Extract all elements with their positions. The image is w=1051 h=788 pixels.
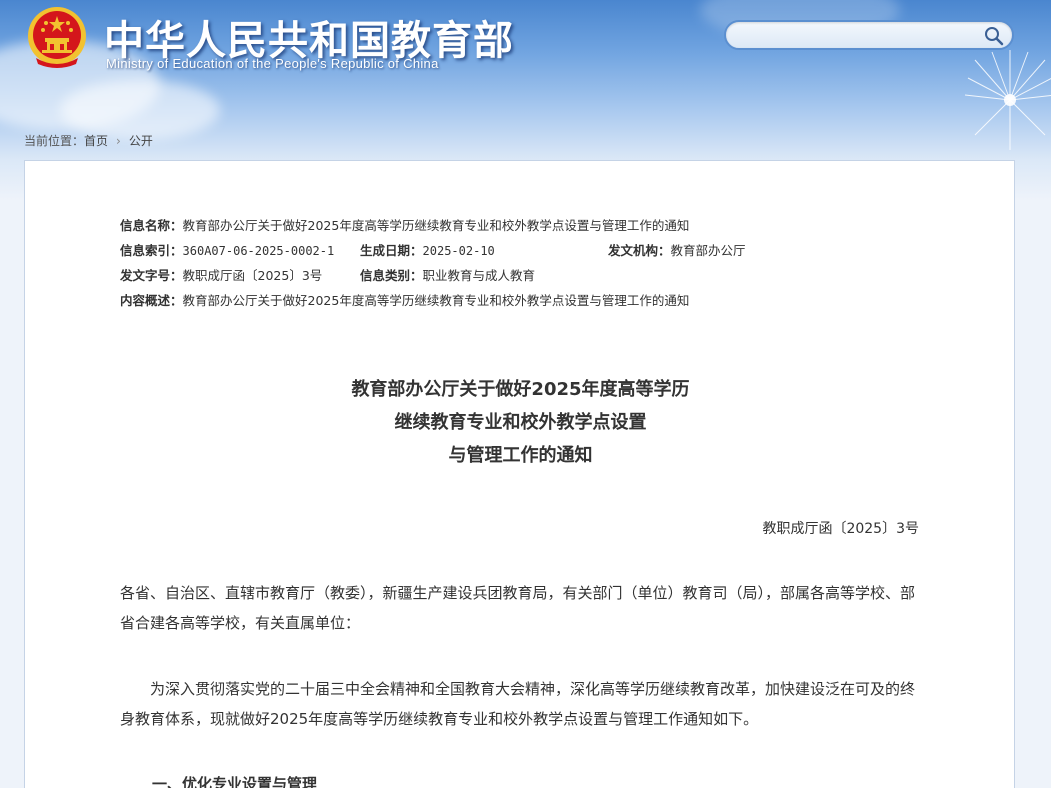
meta-summary-value: 教育部办公厅关于做好2025年度高等学历继续教育专业和校外教学点设置与管理工作的…: [182, 293, 690, 308]
document-title-line: 与管理工作的通知: [448, 445, 593, 466]
meta-org-value: 教育部办公厅: [670, 243, 746, 258]
breadcrumb-public-link[interactable]: 公开: [129, 134, 153, 148]
meta-date-label: 生成日期：: [360, 243, 423, 258]
section-heading: 一、优化专业设置与管理: [152, 775, 318, 788]
document-metadata: 信息名称：教育部办公厅关于做好2025年度高等学历继续教育专业和校外教学点设置与…: [120, 213, 940, 313]
document-title-line: 教育部办公厅关于做好2025年度高等学历: [351, 379, 690, 400]
national-emblem-icon[interactable]: [26, 6, 88, 70]
meta-row-name: 信息名称：教育部办公厅关于做好2025年度高等学历继续教育专业和校外教学点设置与…: [120, 213, 940, 238]
meta-row-index: 信息索引：360A07-06-2025-0002-1 生成日期：2025-02-…: [120, 238, 940, 263]
chevron-right-icon: ›: [116, 134, 121, 148]
meta-category-value: 职业教育与成人教育: [422, 268, 536, 283]
meta-summary-label: 内容概述：: [120, 293, 183, 308]
meta-row-docno: 发文字号：教职成厅函〔2025〕3号 信息类别：职业教育与成人教育: [120, 263, 940, 288]
meta-docno-value: 教职成厅函〔2025〕3号: [182, 268, 323, 283]
meta-name-label: 信息名称：: [120, 218, 183, 233]
recipients-paragraph: 各省、自治区、直辖市教育厅（教委），新疆生产建设兵团教育局，有关部门（单位）教育…: [120, 584, 916, 632]
breadcrumb: 当前位置：首页 › 公开: [24, 132, 153, 149]
breadcrumb-home-link[interactable]: 首页: [84, 134, 108, 148]
document-title-line: 继续教育专业和校外教学点设置: [394, 412, 647, 433]
meta-date-value: 2025-02-10: [422, 244, 495, 258]
meta-index-value: 360A07-06-2025-0002-1: [182, 244, 335, 258]
meta-docno-label: 发文字号：: [120, 268, 183, 283]
dandelion-decoration-icon: [964, 50, 1051, 150]
breadcrumb-prefix: 当前位置：: [24, 134, 85, 148]
meta-category-label: 信息类别：: [360, 268, 423, 283]
meta-org-label: 发文机构：: [608, 243, 671, 258]
cloud-decoration: [60, 80, 220, 140]
site-subtitle: Ministry of Education of the People's Re…: [106, 56, 439, 71]
meta-index-label: 信息索引：: [120, 243, 183, 258]
document-title: 教育部办公厅关于做好2025年度高等学历 继续教育专业和校外教学点设置 与管理工…: [25, 373, 1016, 472]
intro-paragraph: 为深入贯彻落实党的二十届三中全会精神和全国教育大会精神，深化高等学历继续教育改革…: [120, 680, 916, 728]
content-panel: 信息名称：教育部办公厅关于做好2025年度高等学历继续教育专业和校外教学点设置与…: [24, 160, 1015, 788]
meta-row-summary: 内容概述：教育部办公厅关于做好2025年度高等学历继续教育专业和校外教学点设置与…: [120, 288, 940, 313]
document-number: 教职成厅函〔2025〕3号: [762, 521, 919, 537]
meta-name-value: 教育部办公厅关于做好2025年度高等学历继续教育专业和校外教学点设置与管理工作的…: [182, 218, 690, 233]
